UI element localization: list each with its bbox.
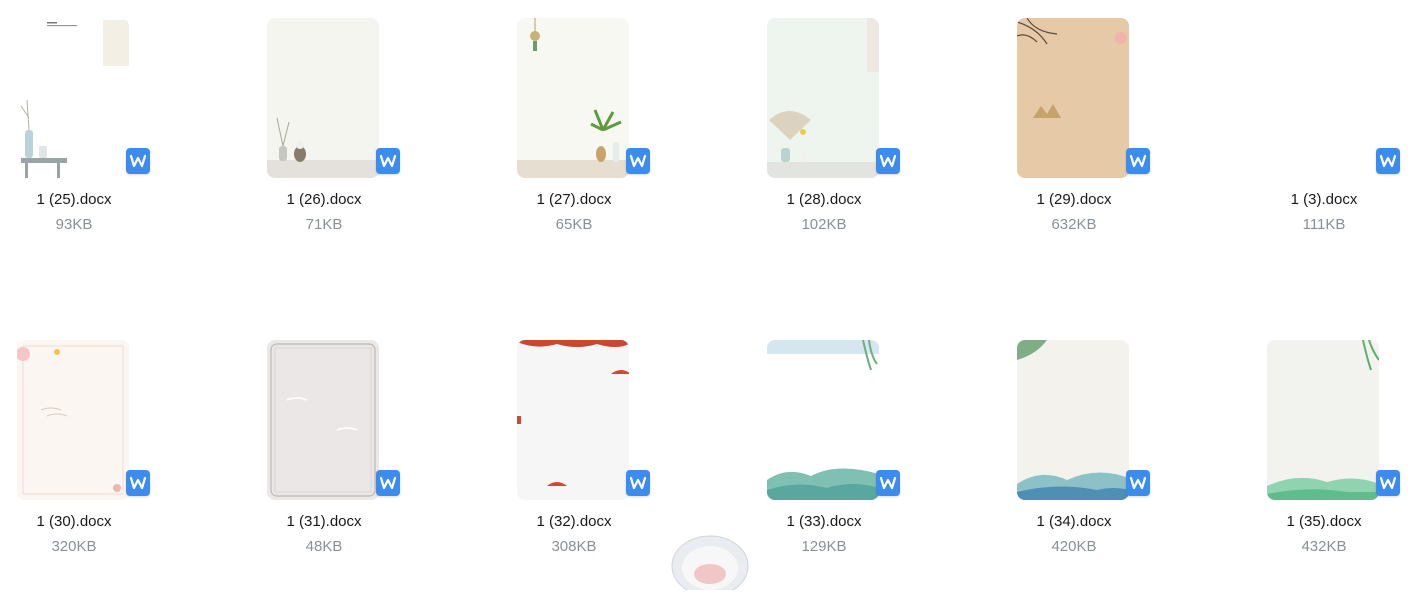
document-thumbnail <box>517 18 629 178</box>
document-thumbnail <box>767 18 879 178</box>
word-doc-icon <box>626 470 650 496</box>
word-doc-icon <box>376 148 400 174</box>
file-size: 320KB <box>51 538 97 555</box>
word-doc-icon <box>126 470 150 496</box>
file-size: 308KB <box>551 538 597 555</box>
word-doc-icon <box>1376 470 1400 496</box>
word-doc-icon <box>376 470 400 496</box>
word-doc-icon <box>1376 148 1400 174</box>
file-name: 1 (34).docx <box>1036 513 1112 530</box>
file-size: 48KB <box>305 538 343 555</box>
document-thumbnail <box>267 340 379 500</box>
file-size: 65KB <box>555 216 593 233</box>
word-doc-icon <box>1126 148 1150 174</box>
file-name: 1 (32).docx <box>536 513 612 530</box>
file-size: 632KB <box>1051 216 1097 233</box>
document-thumbnail <box>1267 340 1379 500</box>
file-name: 1 (27).docx <box>536 191 612 208</box>
file-size: 71KB <box>305 216 343 233</box>
document-thumbnail <box>1017 18 1129 178</box>
file-card[interactable]: 1 (3).docx 111KB <box>1250 0 1425 260</box>
word-doc-icon <box>876 148 900 174</box>
file-name: 1 (26).docx <box>286 191 362 208</box>
assistant-avatar-icon[interactable] <box>668 530 752 595</box>
file-size: 111KB <box>1302 216 1346 233</box>
file-name: 1 (33).docx <box>786 513 862 530</box>
file-name: 1 (3).docx <box>1290 191 1358 208</box>
file-card[interactable]: 1 (28).docx 102KB <box>750 0 1000 260</box>
word-doc-icon <box>126 148 150 174</box>
file-card[interactable]: 1 (30).docx 320KB <box>0 322 250 582</box>
word-doc-icon <box>876 470 900 496</box>
file-size: 432KB <box>1301 538 1347 555</box>
document-thumbnail <box>17 18 129 178</box>
document-thumbnail <box>267 18 379 178</box>
file-card[interactable]: 1 (29).docx 632KB <box>1000 0 1250 260</box>
file-card[interactable]: 1 (27).docx 65KB <box>500 0 750 260</box>
document-thumbnail <box>17 340 129 500</box>
file-name: 1 (28).docx <box>786 191 862 208</box>
word-doc-icon <box>626 148 650 174</box>
file-name: 1 (29).docx <box>1036 191 1112 208</box>
file-name: 1 (35).docx <box>1286 513 1362 530</box>
file-size: 129KB <box>801 538 847 555</box>
file-size: 102KB <box>801 216 847 233</box>
file-grid: 1 (25).docx 93KB 1 (26).docx 71KB 1 (27)… <box>0 0 1425 566</box>
file-card[interactable]: 1 (34).docx 420KB <box>1000 322 1250 582</box>
file-card[interactable]: 1 (33).docx 129KB <box>750 322 1000 582</box>
file-name: 1 (25).docx <box>36 191 112 208</box>
document-thumbnail <box>1017 340 1129 500</box>
file-card[interactable]: 1 (25).docx 93KB <box>0 0 250 260</box>
document-thumbnail <box>517 340 629 500</box>
file-card[interactable]: 1 (26).docx 71KB <box>250 0 500 260</box>
document-thumbnail <box>767 340 879 500</box>
document-thumbnail <box>1267 18 1379 178</box>
file-name: 1 (31).docx <box>286 513 362 530</box>
file-size: 420KB <box>1051 538 1097 555</box>
word-doc-icon <box>1126 470 1150 496</box>
file-size: 93KB <box>55 216 93 233</box>
file-card[interactable]: 1 (35).docx 432KB <box>1250 322 1425 582</box>
file-name: 1 (30).docx <box>36 513 112 530</box>
file-card[interactable]: 1 (31).docx 48KB <box>250 322 500 582</box>
